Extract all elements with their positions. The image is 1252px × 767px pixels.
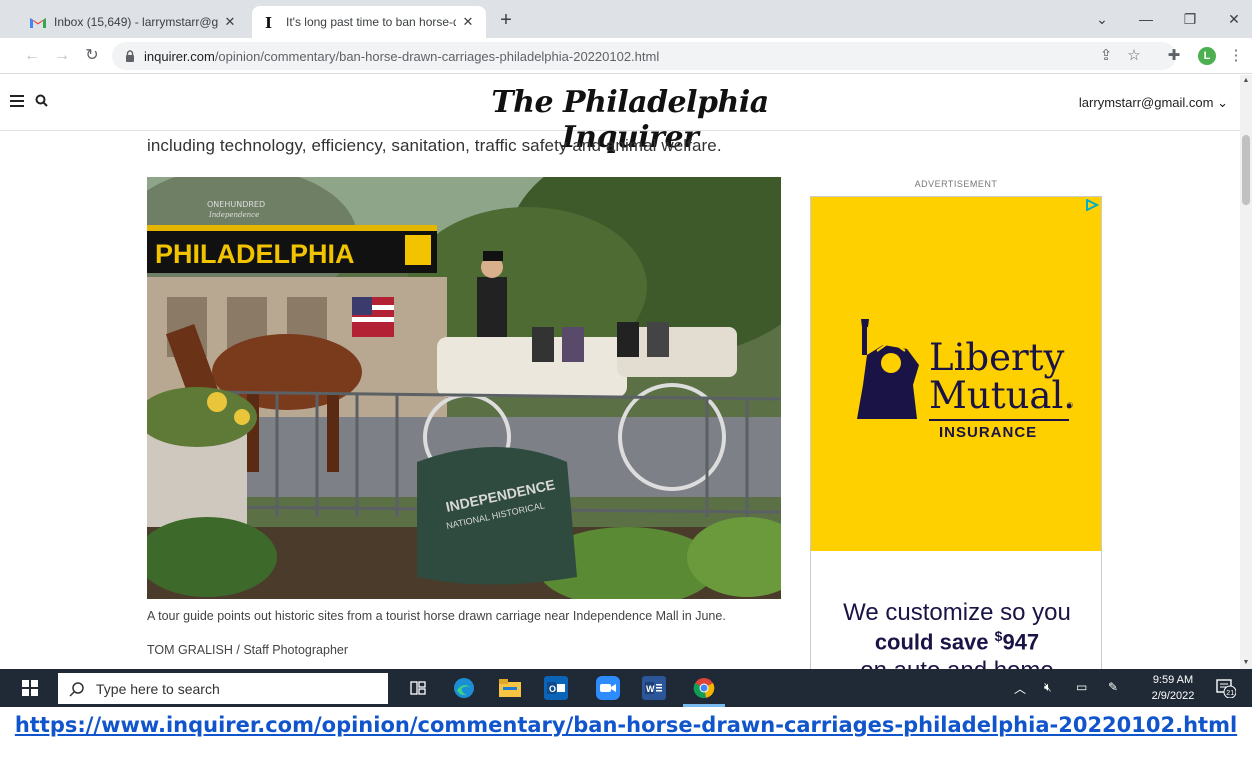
tab-gmail[interactable]: Inbox (15,649) - larrymstarr@gm ✕ [20, 6, 248, 38]
clock-date: 2/9/2022 [1151, 690, 1195, 702]
word-icon[interactable]: W [642, 676, 666, 700]
address-bar[interactable]: inquirer.com/opinion/commentary/ban-hors… [112, 42, 1176, 70]
article-photo[interactable]: ONEHUNDRED Independence PHILADELPHIA IND… [147, 177, 781, 599]
photo-caption: A tour guide points out historic sites f… [147, 609, 726, 623]
task-view-icon[interactable] [406, 676, 430, 700]
ad-divider [929, 419, 1069, 421]
kebab-menu-icon[interactable]: ⋮ [1224, 44, 1248, 68]
tab-close-icon[interactable]: ✕ [222, 14, 238, 30]
clock-time: 9:59 AM [1152, 674, 1194, 686]
inquirer-favicon-icon: I [262, 14, 278, 30]
tab-inquirer-article[interactable]: I It's long past time to ban horse-d ✕ [252, 6, 486, 38]
svg-text:O: O [549, 684, 556, 694]
chevron-down-icon: ⌄ [1217, 95, 1228, 110]
url-text: inquirer.com/opinion/commentary/ban-hors… [144, 49, 659, 64]
tab-close-icon[interactable]: ✕ [460, 14, 476, 30]
horse-carriage-photo-illustration: ONEHUNDRED Independence PHILADELPHIA IND… [147, 177, 781, 599]
edge-browser-icon[interactable] [452, 676, 476, 700]
photo-credit: TOM GRALISH / Staff Photographer [147, 643, 349, 657]
site-header: The Philadelphia Inquirer larrymstarr@gm… [0, 75, 1240, 155]
profile-avatar[interactable]: L [1198, 47, 1216, 65]
scrollbar-thumb[interactable] [1242, 135, 1250, 205]
taskbar-search-box[interactable]: Type here to search [58, 673, 388, 704]
notification-center-icon[interactable]: 21 [1216, 678, 1237, 699]
notification-count: 21 [1226, 690, 1234, 697]
pen-workspace-icon[interactable]: ✎ [1108, 680, 1118, 694]
taskbar-search-placeholder: Type here to search [96, 680, 220, 697]
ad-copy-line-3: on auto and home [811, 657, 1101, 669]
file-explorer-icon[interactable] [498, 676, 522, 700]
windows-start-icon[interactable] [22, 680, 38, 696]
search-icon[interactable] [34, 93, 50, 109]
forward-arrow-icon[interactable]: → [50, 44, 74, 68]
svg-text:W: W [646, 684, 655, 694]
zoom-icon[interactable] [596, 676, 620, 700]
new-tab-button[interactable]: + [494, 10, 518, 30]
philadelphia-sign-text: PHILADELPHIA [155, 239, 355, 269]
extensions-puzzle-icon[interactable]: ✚ [1162, 44, 1186, 68]
battery-icon[interactable]: ▭ [1076, 680, 1087, 694]
outlook-icon[interactable]: O [544, 676, 568, 700]
ad-brand-line-2: Mutual. [929, 374, 1076, 417]
sign-small-text-2: Independence [208, 211, 259, 219]
active-app-indicator [683, 704, 725, 707]
search-icon [69, 681, 84, 697]
share-icon[interactable]: ⇪ [1094, 44, 1118, 68]
ad-copy-line-1: We customize so you [843, 599, 1071, 626]
chrome-icon[interactable] [692, 676, 716, 700]
web-page: The Philadelphia Inquirer larrymstarr@gm… [0, 75, 1240, 669]
ad-copy-prefix: could save [874, 629, 995, 655]
scroll-down-arrow-icon[interactable]: ▼ [1240, 657, 1252, 669]
scroll-up-arrow-icon[interactable]: ▲ [1240, 75, 1252, 87]
lock-icon [126, 50, 134, 62]
gmail-icon [30, 14, 46, 30]
tab-title: Inbox (15,649) - larrymstarr@gm [54, 15, 218, 29]
back-arrow-icon[interactable]: ← [20, 44, 44, 68]
ad-brand-sub: INSURANCE [939, 424, 1038, 441]
browser-toolbar: ← → ↻ inquirer.com/opinion/commentary/ba… [0, 38, 1252, 74]
reload-icon[interactable]: ↻ [80, 44, 104, 68]
url-domain: inquirer.com [144, 48, 215, 64]
advertisement-label: ADVERTISEMENT [914, 179, 998, 189]
bookmark-star-icon[interactable]: ☆ [1122, 44, 1146, 68]
ad-copy-line-2: could save $947 [811, 628, 1101, 655]
taskbar-clock[interactable]: 9:59 AM 2/9/2022 [1140, 672, 1206, 704]
close-window-button[interactable]: ✕ [1218, 6, 1250, 32]
restore-button[interactable]: ❐ [1174, 6, 1206, 32]
windows-taskbar: Type here to search O W ︿ 🔇︎ ▭ ✎ 9:59 AM… [0, 669, 1252, 707]
registered-mark: ® [1067, 401, 1073, 410]
tab-search-chevron-icon[interactable]: ⌄ [1086, 6, 1118, 32]
user-account-menu[interactable]: larrymstarr@gmail.com ⌄ [1079, 95, 1228, 111]
ad-savings-amount: 947 [1002, 629, 1040, 655]
minimize-button[interactable]: — [1130, 6, 1162, 32]
sign-small-text: ONEHUNDRED [207, 200, 265, 209]
svg-text:I: I [265, 14, 272, 30]
ad-brand-line-1: Liberty [929, 336, 1065, 379]
volume-muted-icon[interactable]: 🔇︎ [1044, 680, 1052, 695]
show-hidden-icons-chevron-icon[interactable]: ︿ [1014, 680, 1026, 697]
browser-tab-strip: Inbox (15,649) - larrymstarr@gm ✕ I It's… [0, 0, 1252, 38]
user-email: larrymstarr@gmail.com [1078, 95, 1214, 110]
statue-of-liberty-logo-icon [857, 319, 919, 419]
hamburger-menu-icon[interactable] [10, 95, 24, 107]
tab-title: It's long past time to ban horse-d [286, 15, 456, 29]
page-scrollbar[interactable]: ▲ ▼ [1240, 75, 1252, 669]
ad-banner: Liberty Mutual. ® INSURANCE [811, 197, 1101, 551]
url-path: /opinion/commentary/ban-horse-drawn-carr… [214, 48, 660, 64]
source-url-link[interactable]: https://www.inquirer.com/opinion/comment… [0, 712, 1252, 739]
liberty-mutual-ad[interactable]: Liberty Mutual. ® INSURANCE We customize… [810, 196, 1102, 669]
adchoices-icon[interactable] [1085, 199, 1099, 211]
article-paragraph: including technology, efficiency, sanita… [147, 136, 722, 155]
